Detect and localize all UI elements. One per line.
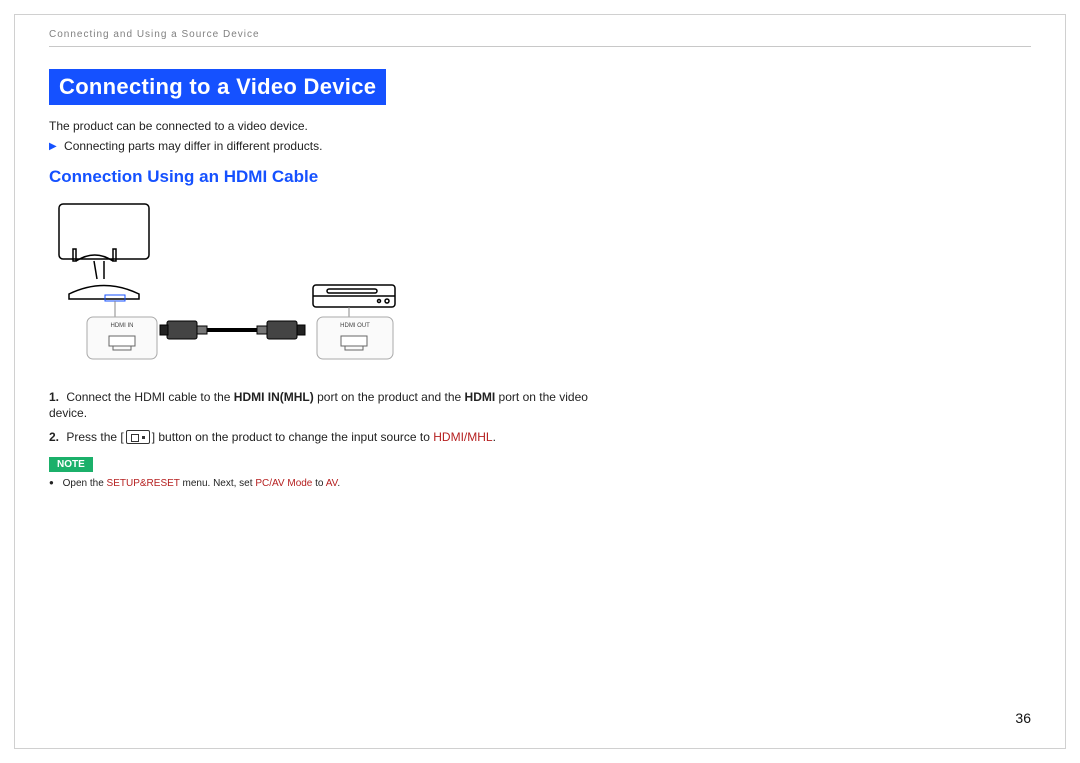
note-body: ● Open the SETUP&RESET menu. Next, set P…: [49, 478, 1031, 489]
source-button-icon: [126, 430, 150, 444]
breadcrumb: Connecting and Using a Source Device: [15, 15, 1065, 46]
page-number: 36: [1015, 710, 1031, 726]
divider: [49, 46, 1031, 47]
document-page: Connecting and Using a Source Device Con…: [14, 14, 1066, 749]
hdmi-out-label: HDMI OUT: [340, 323, 370, 329]
note-badge: NOTE: [49, 457, 93, 472]
arrow-icon: ▶: [49, 141, 57, 152]
bullet-note: ▶ Connecting parts may differ in differe…: [49, 139, 1031, 153]
instruction-list: 1. Connect the HDMI cable to the HDMI IN…: [49, 389, 1031, 446]
bullet-text: Connecting parts may differ in different…: [64, 139, 322, 153]
section-subhead: Connection Using an HDMI Cable: [49, 167, 1031, 187]
intro-text: The product can be connected to a video …: [49, 119, 1031, 133]
bullet-icon: ●: [49, 478, 54, 487]
hdmi-in-label: HDMI IN: [111, 323, 134, 329]
step-number: 2.: [49, 430, 59, 444]
step-number: 1.: [49, 390, 59, 404]
step-2: 2. Press the [] button on the product to…: [49, 429, 609, 445]
page-title: Connecting to a Video Device: [49, 69, 386, 105]
connection-diagram: HDMI IN: [49, 199, 409, 379]
step-1: 1. Connect the HDMI cable to the HDMI IN…: [49, 389, 609, 421]
